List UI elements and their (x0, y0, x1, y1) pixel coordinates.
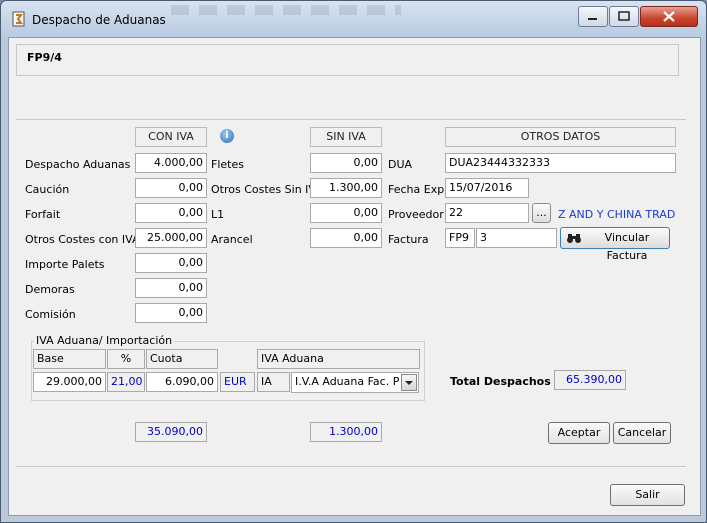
otros-costes-con-iva-input[interactable]: 25.000,00 (135, 228, 207, 248)
salir-button[interactable]: Salir (610, 484, 685, 506)
total-despachos-label: Total Despachos (450, 375, 551, 388)
importe-palets-label: Importe Palets (25, 258, 105, 271)
background-toolbar-ghost (171, 5, 401, 15)
demoras-label: Demoras (25, 283, 75, 296)
window-title: Despacho de Aduanas (32, 13, 166, 27)
minimize-icon (588, 18, 597, 20)
comision-label: Comisión (25, 308, 76, 321)
forfait-label: Forfait (25, 208, 61, 221)
chevron-down-icon[interactable] (401, 374, 417, 391)
dua-label: DUA (388, 158, 413, 171)
pct-header: % (107, 349, 145, 369)
vincular-factura-label: Vincular Factura (604, 231, 650, 262)
factura-label: Factura (388, 233, 429, 246)
fletes-input[interactable]: 0,00 (310, 153, 382, 173)
vincular-factura-button[interactable]: Vincular Factura (560, 227, 670, 262)
fecha-exp-label: Fecha Exp (388, 183, 445, 196)
cancelar-button[interactable]: Cancelar (613, 422, 671, 444)
l1-input[interactable]: 0,00 (310, 203, 382, 223)
info-icon[interactable]: i (220, 129, 234, 143)
proveedor-search-button[interactable]: ... (532, 203, 551, 223)
dua-input[interactable]: DUA23444332333 (445, 153, 676, 173)
comision-input[interactable]: 0,00 (135, 303, 207, 323)
otros-costes-sin-iva-label: Otros Costes Sin IVA (211, 183, 323, 196)
arancel-input[interactable]: 0,00 (310, 228, 382, 248)
column-header-con-iva: CON IVA (135, 127, 207, 147)
dialog-window: Despacho de Aduanas FP9/4 CON IVA i SIN … (0, 0, 707, 523)
despacho-aduanas-input[interactable]: 4.000,00 (135, 153, 207, 173)
caucion-input[interactable]: 0,00 (135, 178, 207, 198)
close-icon (663, 11, 675, 22)
importe-palets-input[interactable]: 0,00 (135, 253, 207, 273)
iva-aduana-code: IA (257, 372, 290, 392)
minimize-button[interactable] (578, 6, 608, 27)
total-con-iva-value: 35.090,00 (135, 422, 207, 442)
otros-costes-con-iva-label: Otros Costes con IVA (25, 233, 140, 246)
iva-aduana-select[interactable]: I.V.A Aduana Fac. Pr (291, 372, 419, 393)
cuota-header: Cuota (146, 349, 218, 369)
total-despachos-value: 65.390,00 (554, 370, 626, 390)
app-icon (12, 11, 25, 27)
base-input[interactable]: 29.000,00 (33, 372, 106, 392)
iva-group-title: IVA Aduana/ Importación (34, 334, 175, 347)
total-sin-iva-value: 1.300,00 (310, 422, 382, 442)
iva-aduana-select-value: I.V.A Aduana Fac. Pr (295, 375, 399, 388)
otros-costes-sin-iva-input[interactable]: 1.300,00 (310, 178, 382, 198)
maximize-icon (618, 11, 630, 21)
aceptar-button[interactable]: Aceptar (548, 422, 610, 444)
despacho-aduanas-label: Despacho Aduanas (25, 158, 131, 171)
factura-serie-input[interactable]: FP9 (445, 228, 475, 248)
column-header-otros-datos: OTROS DATOS (445, 127, 676, 147)
fecha-exp-input[interactable]: 15/07/2016 (445, 178, 529, 198)
cuota-input[interactable]: 6.090,00 (146, 372, 218, 392)
forfait-input[interactable]: 0,00 (135, 203, 207, 223)
base-header: Base (33, 349, 106, 369)
column-header-sin-iva: SIN IVA (310, 127, 382, 147)
document-code: FP9/4 (27, 51, 62, 64)
close-button[interactable] (640, 6, 698, 27)
caucion-label: Caución (25, 183, 70, 196)
factura-numero-input[interactable]: 3 (476, 228, 557, 248)
demoras-input[interactable]: 0,00 (135, 278, 207, 298)
l1-label: L1 (211, 208, 225, 221)
currency-value: EUR (220, 372, 255, 392)
title-bar[interactable]: Despacho de Aduanas (1, 1, 706, 37)
binoculars-icon (567, 234, 581, 243)
pct-value: 21,00 (107, 372, 145, 392)
fletes-label: Fletes (211, 158, 244, 171)
arancel-label: Arancel (211, 233, 253, 246)
header-panel (16, 44, 679, 76)
iva-aduana-header: IVA Aduana (257, 349, 420, 369)
maximize-button[interactable] (609, 6, 639, 27)
proveedor-name: Z AND Y CHINA TRAD (558, 208, 676, 221)
proveedor-label: Proveedor (388, 208, 444, 221)
proveedor-input[interactable]: 22 (445, 203, 529, 223)
